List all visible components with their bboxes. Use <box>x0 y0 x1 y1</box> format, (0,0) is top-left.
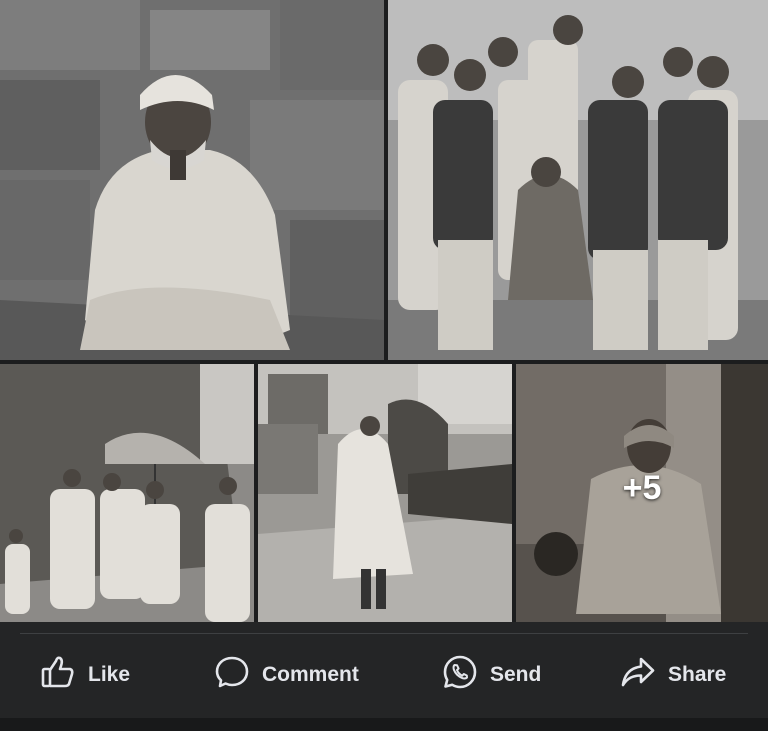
photo-5[interactable]: +5 <box>516 364 768 622</box>
share-button[interactable]: Share <box>620 640 726 710</box>
share-arrow-icon <box>620 654 656 696</box>
send-button[interactable]: Send <box>442 640 541 710</box>
photo-3[interactable] <box>0 364 254 622</box>
share-label: Share <box>668 663 727 686</box>
more-photos-count: +5 <box>622 468 662 507</box>
photo-2-image <box>388 0 768 360</box>
thumbs-up-icon <box>40 654 76 696</box>
bottom-bar <box>0 718 768 731</box>
more-photos-overlay[interactable]: +5 <box>516 364 768 622</box>
comment-button[interactable]: Comment <box>214 640 359 710</box>
photo-3-image <box>0 364 254 622</box>
send-label: Send <box>490 663 542 686</box>
like-button[interactable]: Like <box>40 640 130 710</box>
whatsapp-icon <box>442 654 478 696</box>
like-label: Like <box>88 663 131 686</box>
photo-1-image <box>0 0 384 360</box>
photo-4-image <box>258 364 512 622</box>
action-divider <box>20 633 748 634</box>
photo-4[interactable] <box>258 364 512 622</box>
comment-bubble-icon <box>214 654 250 696</box>
post-actions-bar: Like Comment Send Share <box>0 640 768 710</box>
photo-2[interactable] <box>388 0 768 360</box>
photo-grid: +5 <box>0 0 768 622</box>
photo-1[interactable] <box>0 0 384 360</box>
comment-label: Comment <box>262 663 359 686</box>
